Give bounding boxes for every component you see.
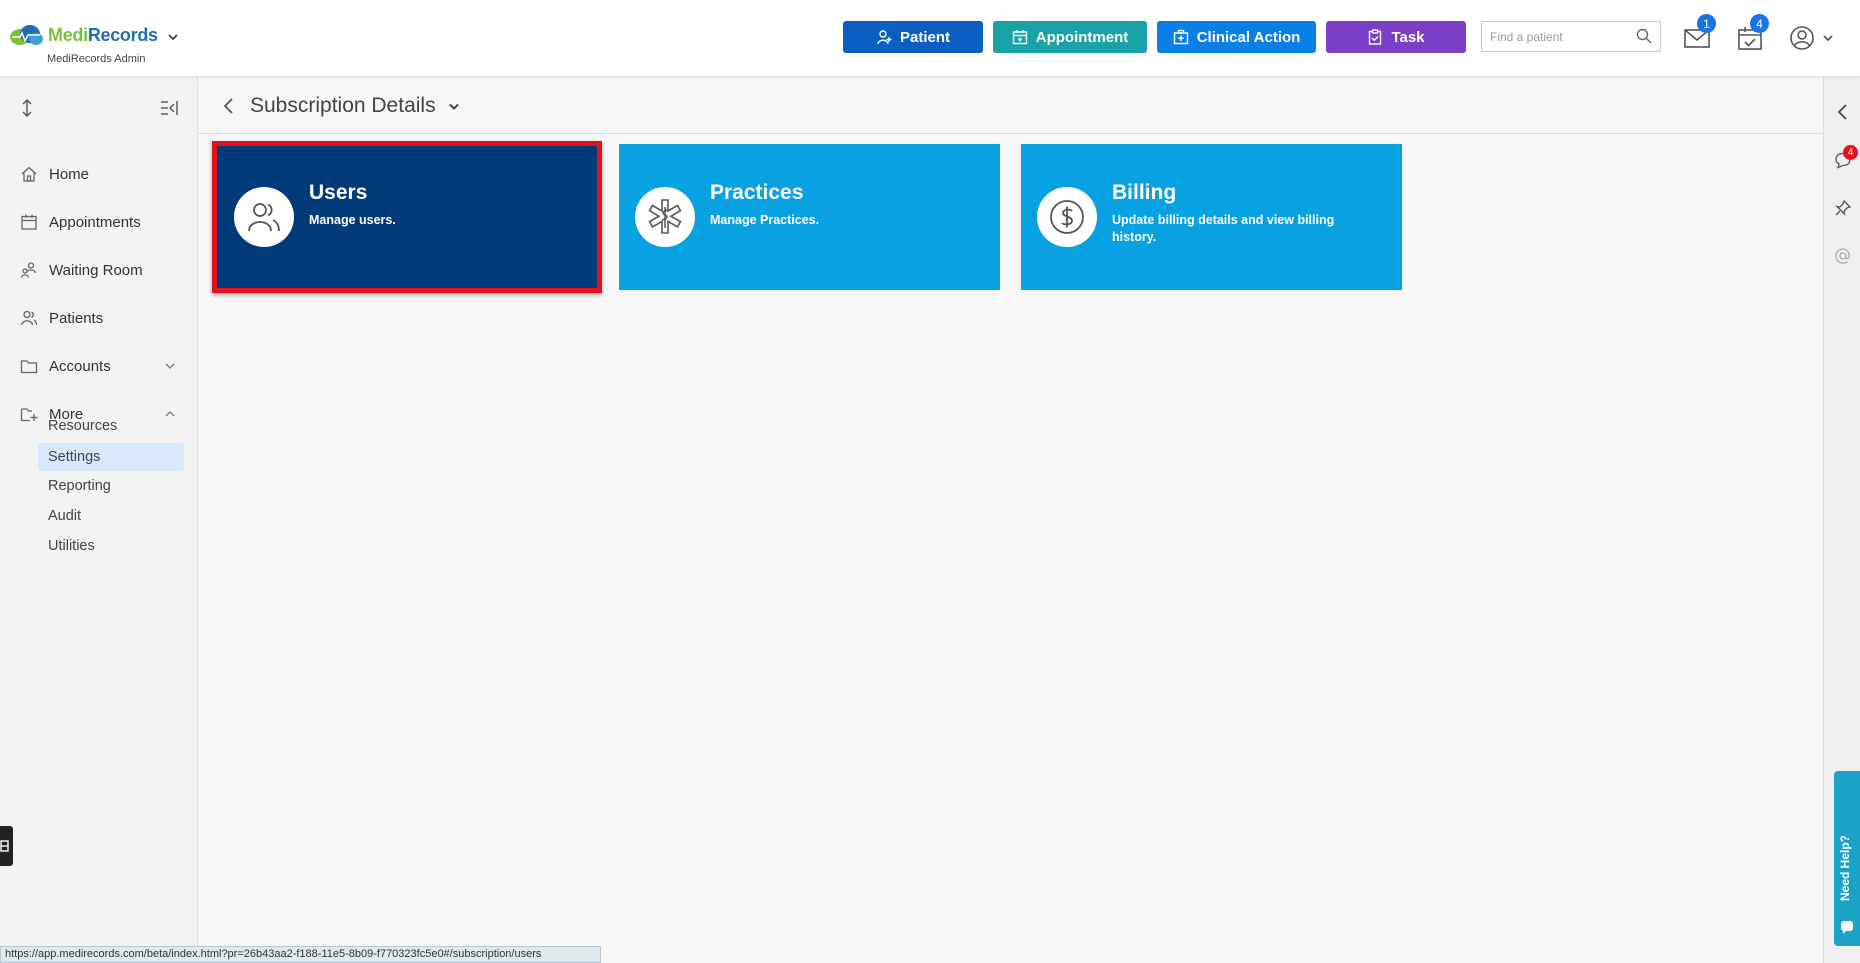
sidebar-subitem-reporting[interactable]: Reporting — [38, 472, 184, 500]
tasks-badge: 4 — [1750, 14, 1769, 33]
search-icon[interactable] — [1636, 28, 1652, 44]
sidebar-subitem-label: Reporting — [48, 478, 111, 494]
calendar-plus-icon — [1012, 29, 1028, 45]
notification-badge: 4 — [1843, 145, 1858, 160]
back-chevron-icon[interactable] — [222, 97, 236, 115]
sidebar-subitem-resources[interactable]: Resources — [38, 412, 184, 440]
sidebar-item-appointments[interactable]: Appointments — [0, 200, 198, 244]
sidebar-item-label: Patients — [49, 310, 103, 327]
patient-search[interactable] — [1481, 21, 1661, 52]
logo-text-records: Records — [88, 25, 158, 45]
waiting-room-icon — [20, 261, 38, 279]
sidebar-item-label: Appointments — [49, 214, 141, 231]
card-title: Billing — [1112, 181, 1176, 205]
main-content: Subscription Details Users Manage users.… — [198, 77, 1823, 963]
account-name: MediRecords Admin — [47, 53, 145, 65]
new-appointment-label: Appointment — [1036, 29, 1128, 46]
collapse-sidebar-icon[interactable] — [160, 100, 178, 116]
need-help-tab[interactable]: Need Help? — [1834, 771, 1860, 946]
side-panel-toggle[interactable] — [0, 826, 13, 866]
sidebar-subitem-audit[interactable]: Audit — [38, 502, 184, 530]
card-description: Manage users. — [309, 212, 539, 229]
panel-toggle-icon — [0, 839, 10, 853]
billing-icon-circle — [1037, 187, 1097, 247]
card-description: Update billing details and view billing … — [1112, 212, 1342, 246]
help-chat-icon — [1839, 919, 1855, 935]
pin-icon[interactable] — [1834, 199, 1852, 217]
sidebar-item-label: Waiting Room — [49, 262, 143, 279]
sidebar-item-label: Home — [49, 166, 89, 183]
logo-cloud-icon — [8, 24, 44, 46]
clinical-action-button[interactable]: Clinical Action — [1157, 21, 1316, 53]
sidebar-item-patients[interactable]: Patients — [0, 296, 198, 340]
sidebar-subitem-label: Resources — [48, 418, 117, 434]
practices-card[interactable]: Practices Manage Practices. — [619, 144, 1000, 290]
top-header: MediRecords MediRecords Admin Patient Ap… — [0, 0, 1860, 77]
calendar-icon — [20, 213, 38, 231]
folder-icon — [20, 357, 38, 375]
patient-search-input[interactable] — [1482, 22, 1632, 51]
new-patient-label: Patient — [900, 29, 950, 46]
folder-plus-icon — [20, 405, 38, 423]
sidebar-item-label: Accounts — [49, 358, 111, 375]
account-chevron-down-icon[interactable] — [1822, 32, 1834, 44]
practices-icon-circle — [635, 187, 695, 247]
sidebar-subitem-label: Audit — [48, 508, 81, 524]
sidebar-item-home[interactable]: Home — [0, 152, 198, 196]
new-appointment-button[interactable]: Appointment — [993, 21, 1147, 53]
sidebar-subitem-label: Utilities — [48, 538, 95, 554]
logo-text: MediRecords — [48, 25, 158, 46]
sidebar-item-accounts[interactable]: Accounts — [0, 344, 198, 388]
clipboard-check-icon — [1367, 29, 1383, 45]
title-chevron-down-icon[interactable] — [448, 102, 460, 112]
card-title: Users — [309, 181, 367, 205]
mention-icon[interactable] — [1834, 247, 1852, 265]
sidebar-item-waiting-room[interactable]: Waiting Room — [0, 248, 198, 292]
add-person-icon — [876, 29, 892, 45]
users-icon — [244, 197, 284, 237]
new-task-label: Task — [1391, 29, 1424, 46]
sidebar-subitem-utilities[interactable]: Utilities — [38, 532, 184, 560]
page-title[interactable]: Subscription Details — [250, 94, 436, 118]
sidebar: Home Appointments Waiting Room Patients … — [0, 77, 198, 963]
medical-kit-icon — [1173, 29, 1189, 45]
chevron-down-icon — [164, 360, 176, 372]
dollar-icon — [1047, 197, 1087, 237]
user-account-icon[interactable] — [1788, 24, 1816, 52]
app-logo[interactable]: MediRecords — [8, 24, 158, 46]
billing-card[interactable]: Billing Update billing details and view … — [1021, 144, 1402, 290]
expand-vertical-icon[interactable] — [20, 99, 34, 117]
need-help-label: Need Help? — [1838, 835, 1852, 901]
chevron-down-icon[interactable] — [166, 30, 180, 44]
users-icon-circle — [234, 187, 294, 247]
patients-icon — [20, 309, 38, 327]
sidebar-controls — [18, 97, 180, 119]
home-icon — [20, 165, 38, 183]
logo-text-medi: Medi — [48, 25, 88, 45]
sidebar-subitem-settings[interactable]: Settings — [38, 443, 184, 471]
messages-badge: 1 — [1697, 14, 1716, 33]
card-description: Manage Practices. — [710, 212, 940, 229]
users-card[interactable]: Users Manage users. — [212, 141, 602, 293]
clinical-action-label: Clinical Action — [1197, 29, 1301, 46]
card-title: Practices — [710, 181, 803, 205]
new-task-button[interactable]: Task — [1326, 21, 1466, 53]
medical-star-icon — [645, 197, 685, 237]
sidebar-subitem-label: Settings — [48, 449, 100, 465]
expand-panel-chevron-icon[interactable] — [1834, 103, 1852, 121]
page-title-bar: Subscription Details — [198, 77, 1823, 134]
new-patient-button[interactable]: Patient — [843, 21, 983, 53]
status-bar-url: https://app.medirecords.com/beta/index.h… — [0, 946, 601, 963]
